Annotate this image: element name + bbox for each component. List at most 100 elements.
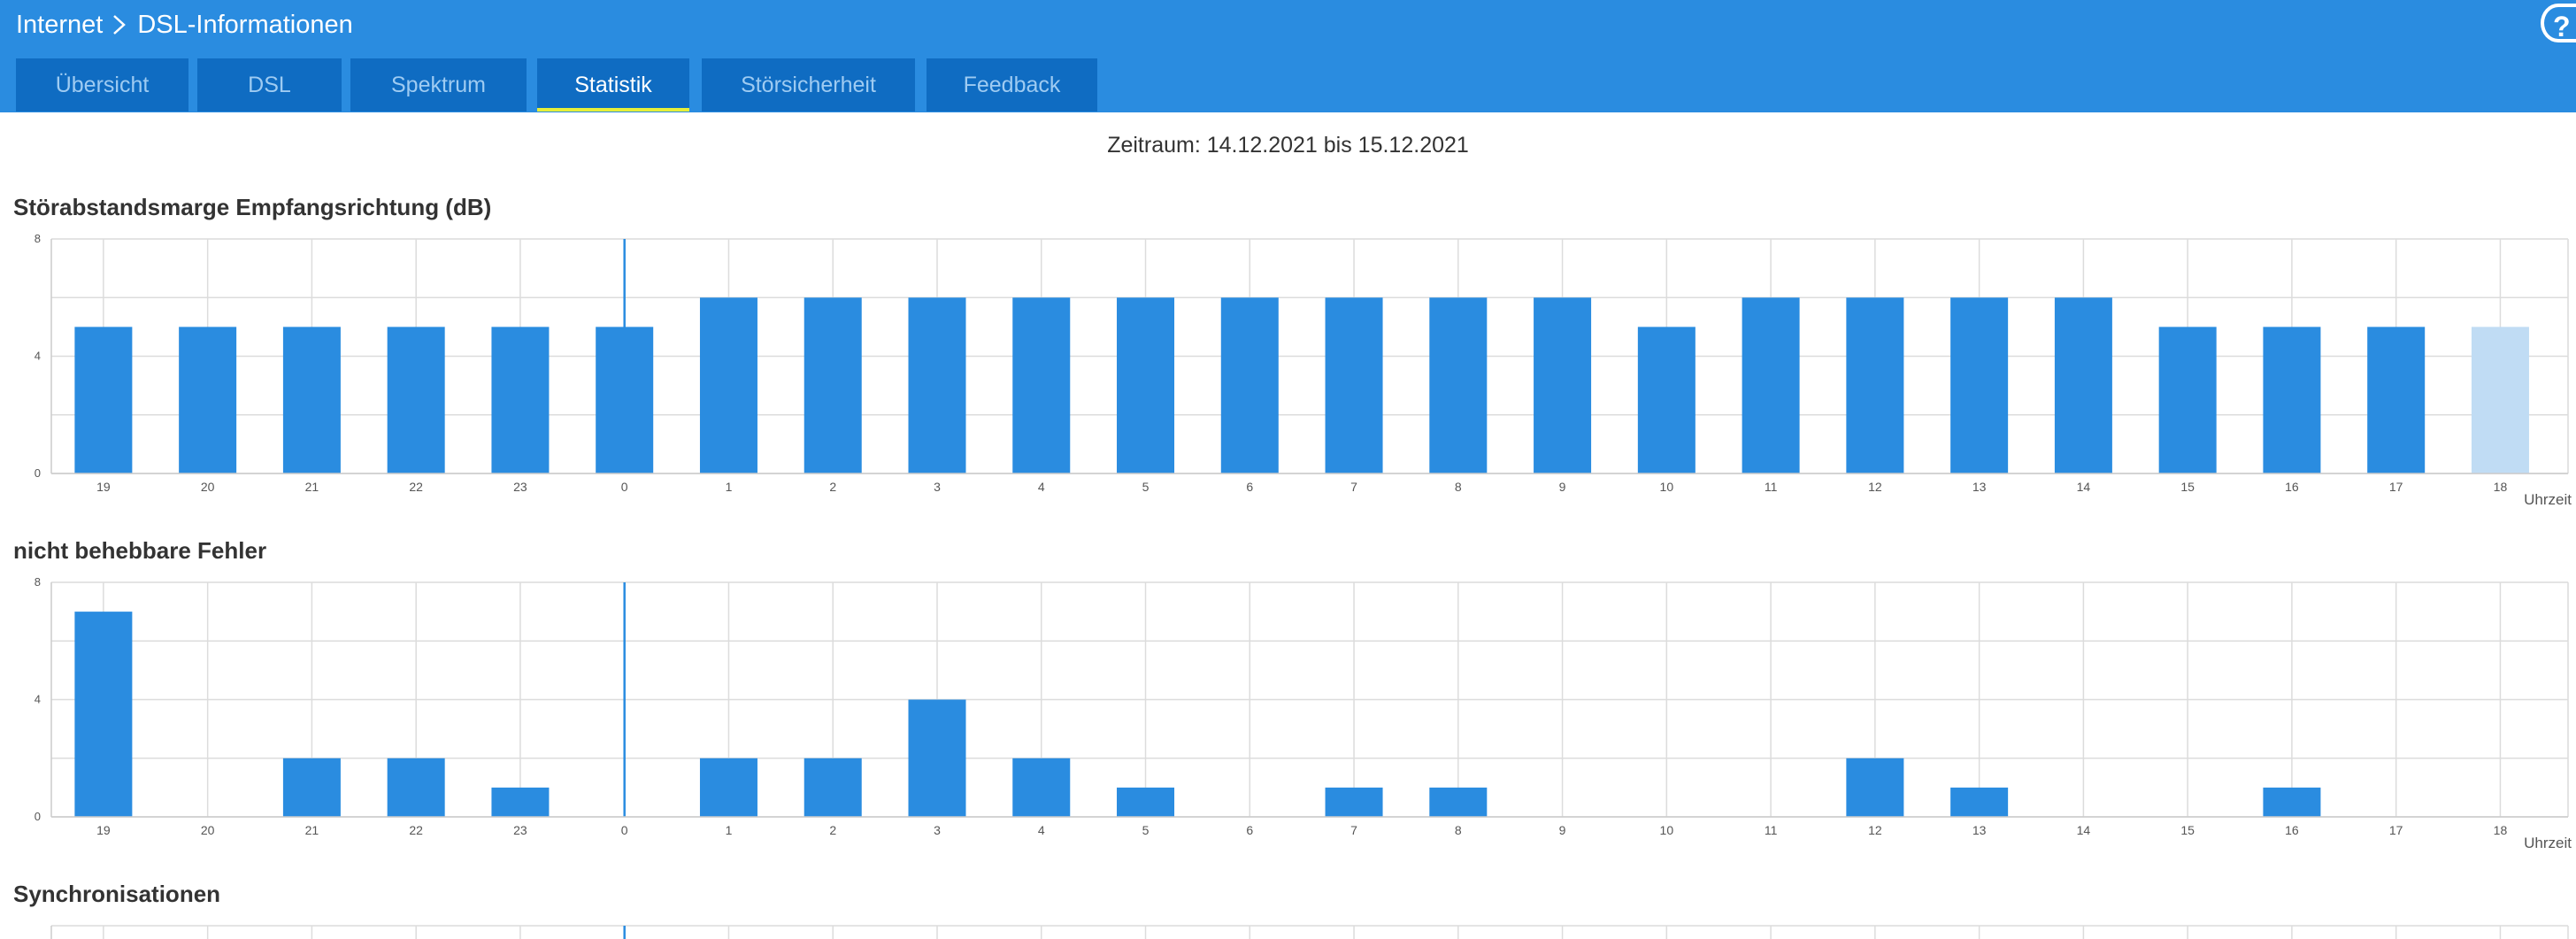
x-tick-label: 13 xyxy=(1972,480,1987,494)
bar-3 xyxy=(908,297,966,473)
y-tick-label: 0 xyxy=(35,466,41,480)
bar-1 xyxy=(699,758,757,817)
x-tick-label: 3 xyxy=(934,480,941,494)
chart-uncorrectable-errors: 84019 20 21 22 23 0 1 2 3 4 5 6 7 8 9 10 11 12 13 14 15 16 17 1… xyxy=(35,575,2572,851)
bar-0 xyxy=(596,327,654,473)
x-tick-label: 9 xyxy=(1559,480,1566,494)
tab-label: Übersicht xyxy=(55,72,150,97)
bar-23 xyxy=(491,327,550,473)
bar-17 xyxy=(2367,327,2426,473)
bar-2 xyxy=(804,758,862,817)
chart-synchronisations xyxy=(50,925,2569,939)
bar-8 xyxy=(1429,787,1488,817)
x-tick-label: 13 xyxy=(1972,823,1987,837)
bar-19 xyxy=(74,327,133,473)
tab-label: DSL xyxy=(248,72,291,97)
x-tick-label: 7 xyxy=(1350,823,1357,837)
bar-3 xyxy=(908,699,966,817)
active-tab-indicator xyxy=(537,108,689,112)
tab-spektrum[interactable]: Spektrum xyxy=(350,58,527,112)
x-tick-label: 5 xyxy=(1142,823,1150,837)
breadcrumb-root-link[interactable]: Internet xyxy=(16,11,103,40)
x-tick-label: 5 xyxy=(1142,480,1150,494)
x-tick-label: 17 xyxy=(2389,480,2403,494)
bar-9 xyxy=(1534,297,1592,473)
x-tick-label: 4 xyxy=(1038,480,1045,494)
x-tick-label: 1 xyxy=(726,823,733,837)
bar-21 xyxy=(282,758,341,817)
x-tick-label: 3 xyxy=(934,823,941,837)
x-tick-label: 14 xyxy=(2077,823,2091,837)
x-tick-label: 22 xyxy=(409,823,423,837)
tab-label: Feedback xyxy=(963,72,1061,97)
bar-13 xyxy=(1950,297,2009,473)
x-tick-label: 7 xyxy=(1350,480,1357,494)
breadcrumb-current: DSL-Informationen xyxy=(137,10,353,39)
tab-stoersicherheit[interactable]: Störsicherheit xyxy=(702,58,915,112)
x-tick-label: 6 xyxy=(1246,480,1253,494)
tab-statistik[interactable]: Statistik xyxy=(537,58,689,112)
x-tick-label: 22 xyxy=(409,480,423,494)
tab-label: Spektrum xyxy=(391,72,486,97)
x-tick-label: 17 xyxy=(2389,823,2403,837)
chart-title-synchronisations: Synchronisationen xyxy=(13,881,221,907)
bar-2 xyxy=(804,297,862,473)
y-tick-label: 4 xyxy=(35,350,41,363)
x-tick-label: 20 xyxy=(201,823,215,837)
x-tick-label: 21 xyxy=(305,823,319,837)
bar-10 xyxy=(1637,327,1696,473)
bar-7 xyxy=(1325,787,1383,817)
tab-label: Statistik xyxy=(574,72,652,97)
bar-14 xyxy=(2054,297,2112,473)
x-tick-label: 15 xyxy=(2180,480,2195,494)
bar-19 xyxy=(74,612,133,817)
bar-8 xyxy=(1429,297,1488,473)
bar-15 xyxy=(2158,327,2217,473)
chart-title-uncorrectable-errors: nicht behebbare Fehler xyxy=(13,537,267,564)
x-tick-label: 12 xyxy=(1868,480,1882,494)
y-tick-label: 8 xyxy=(35,232,41,245)
bar-7 xyxy=(1325,297,1383,473)
x-tick-label: 11 xyxy=(1765,480,1778,494)
bar-16 xyxy=(2263,327,2321,473)
chart-snr-margin: 84019 20 21 22 23 0 1 2 3 4 5 6 7 8 9 10 11 12 13 14 15 16 17 1… xyxy=(35,232,2572,508)
x-tick-label: 6 xyxy=(1246,823,1253,837)
x-tick-label: 0 xyxy=(621,823,628,837)
x-tick-label: 2 xyxy=(829,480,836,494)
bar-18 xyxy=(2471,327,2529,473)
x-axis-label: Uhrzeit xyxy=(2524,835,2572,851)
bar-16 xyxy=(2263,787,2321,817)
x-tick-label: 2 xyxy=(829,823,836,837)
x-tick-label: 8 xyxy=(1455,480,1462,494)
bar-22 xyxy=(387,758,445,817)
x-tick-label: 4 xyxy=(1038,823,1045,837)
x-tick-label: 11 xyxy=(1765,823,1778,837)
x-tick-label: 8 xyxy=(1455,823,1462,837)
bar-6 xyxy=(1220,297,1279,473)
x-tick-label: 21 xyxy=(305,480,319,494)
bar-4 xyxy=(1012,297,1071,473)
bar-23 xyxy=(491,787,550,817)
bar-12 xyxy=(1846,297,1904,473)
x-tick-label: 16 xyxy=(2285,480,2299,494)
bar-1 xyxy=(699,297,757,473)
x-tick-label: 10 xyxy=(1660,823,1674,837)
y-tick-label: 4 xyxy=(35,693,41,706)
tab-feedback[interactable]: Feedback xyxy=(927,58,1097,112)
x-tick-label: 16 xyxy=(2285,823,2299,837)
x-tick-label: 23 xyxy=(513,480,527,494)
bar-22 xyxy=(387,327,445,473)
x-tick-label: 0 xyxy=(621,480,628,494)
x-axis-label: Uhrzeit xyxy=(2524,491,2572,508)
x-tick-label: 20 xyxy=(201,480,215,494)
breadcrumb: Internet DSL-Informationen xyxy=(16,7,353,42)
bar-4 xyxy=(1012,758,1071,817)
tab-dsl[interactable]: DSL xyxy=(197,58,342,112)
header-bar: Internet DSL-Informationen ? Übersicht D… xyxy=(0,0,2576,112)
x-tick-label: 14 xyxy=(2077,480,2091,494)
tab-uebersicht[interactable]: Übersicht xyxy=(16,58,188,112)
bar-12 xyxy=(1846,758,1904,817)
bar-21 xyxy=(282,327,341,473)
help-icon[interactable]: ? xyxy=(2541,4,2576,42)
x-tick-label: 18 xyxy=(2494,823,2508,837)
